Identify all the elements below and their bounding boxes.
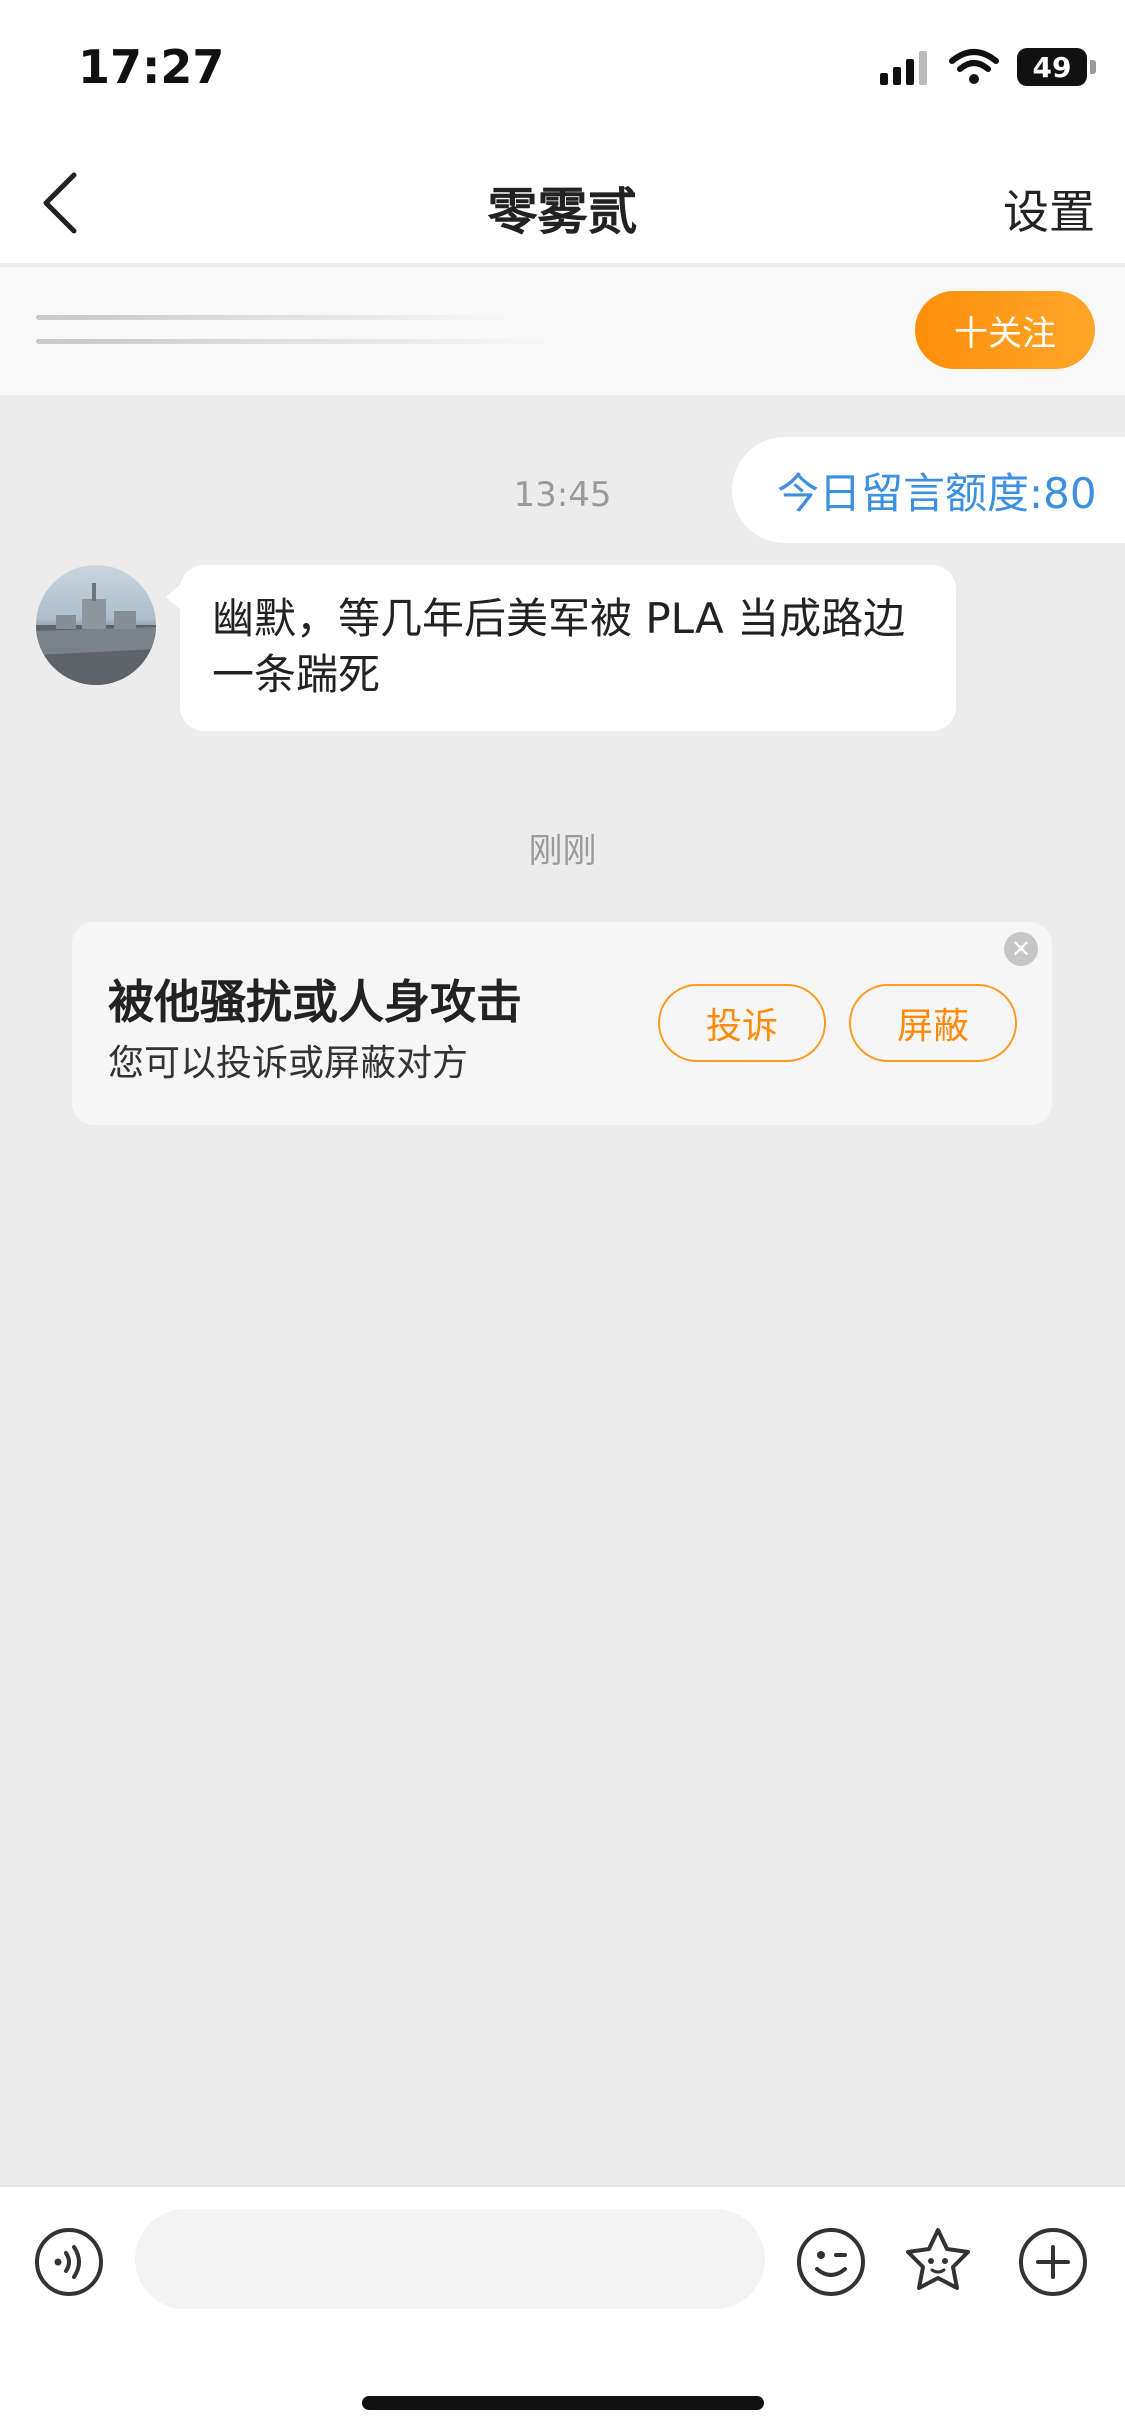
blurred-info-line	[36, 315, 516, 320]
report-card: 被他骚扰或人身攻击 您可以投诉或屏蔽对方 投诉 屏蔽 ✕	[72, 922, 1052, 1125]
chat-area[interactable]: 今日留言额度:80 13:45 幽默，等几年后美军被 PLA 当成路边一条踹死 …	[0, 395, 1125, 2185]
status-time: 17:27	[78, 40, 225, 94]
signal-icon	[880, 49, 927, 85]
follow-bar: 十关注	[0, 267, 1125, 395]
voice-icon[interactable]	[34, 2227, 104, 2297]
close-icon[interactable]: ✕	[1004, 932, 1038, 966]
page-title: 零雾贰	[487, 183, 638, 241]
warship-photo	[36, 583, 156, 685]
timestamp: 刚刚	[528, 831, 597, 871]
status-icons: 49	[880, 44, 1096, 90]
blurred-info-line	[36, 339, 556, 344]
message-input[interactable]	[135, 2209, 765, 2309]
battery-level: 49	[1032, 50, 1072, 84]
follow-button[interactable]: 十关注	[915, 291, 1095, 369]
settings-button[interactable]: 设置	[1003, 176, 1095, 242]
avatar[interactable]	[36, 565, 156, 685]
sticker-icon[interactable]	[903, 2225, 973, 2295]
battery-icon: 49	[1017, 48, 1096, 86]
message-bubble[interactable]: 幽默，等几年后美军被 PLA 当成路边一条踹死	[166, 565, 956, 731]
emoji-icon[interactable]	[796, 2227, 866, 2297]
timestamp: 13:45	[513, 475, 612, 515]
wifi-icon	[949, 49, 999, 84]
report-card-subtitle: 您可以投诉或屏蔽对方	[108, 1043, 469, 1084]
block-button[interactable]: 屏蔽	[849, 984, 1017, 1062]
report-card-title: 被他骚扰或人身攻击	[108, 975, 522, 1029]
report-button[interactable]: 投诉	[658, 984, 826, 1062]
home-indicator[interactable]	[362, 2396, 764, 2410]
plus-icon[interactable]	[1018, 2227, 1088, 2297]
status-bar: 17:27 49	[0, 0, 1125, 140]
nav-bar: 零雾贰 设置	[0, 140, 1125, 265]
